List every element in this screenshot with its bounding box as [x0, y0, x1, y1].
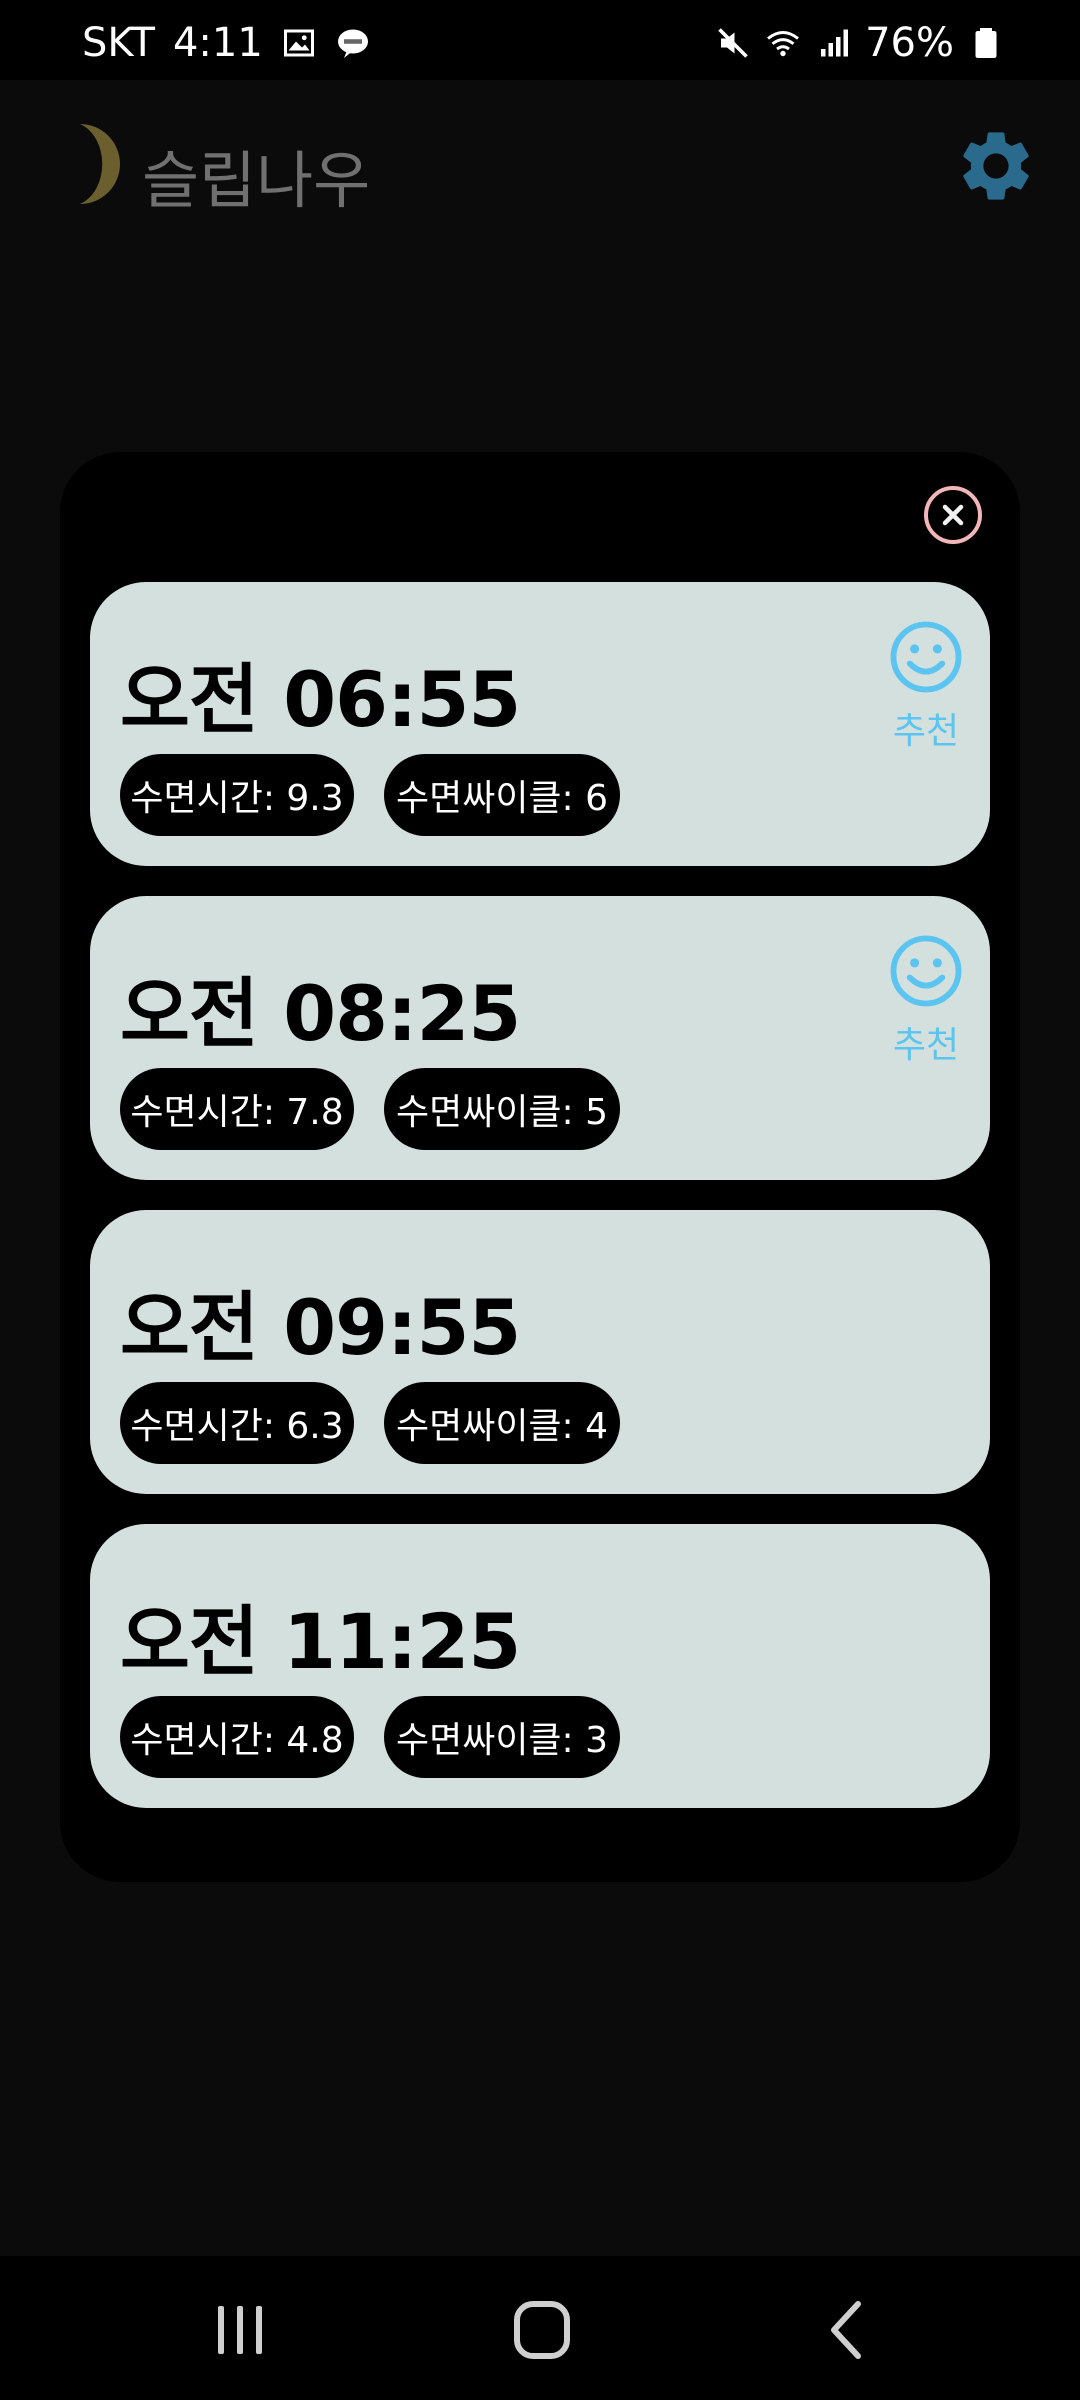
moon-logo-icon: [80, 124, 120, 204]
wake-time-card[interactable]: 오전 08:25 수면시간: 7.8 수면싸이클: 5 추천: [90, 896, 990, 1180]
system-navigation-bar: [0, 2256, 1080, 2400]
close-icon: [942, 504, 964, 526]
sleep-cycles-badge: 수면싸이클: 5: [384, 1068, 620, 1150]
sleep-hours-badge: 수면시간: 4.8: [120, 1696, 354, 1778]
smiley-icon: [890, 621, 962, 693]
gallery-notification-icon: [283, 29, 314, 57]
recommended-badge: 추천: [876, 932, 976, 1068]
wifi-icon: [767, 31, 800, 57]
recommended-badge: 추천: [876, 618, 976, 754]
wake-time: 오전 06:55: [120, 655, 521, 744]
settings-gear-icon[interactable]: [954, 124, 1038, 208]
recent-apps-icon[interactable]: [200, 2298, 280, 2362]
sleep-cycles-badge: 수면싸이클: 6: [384, 754, 620, 836]
close-button[interactable]: [924, 486, 982, 544]
sleep-hours-badge: 수면시간: 7.8: [120, 1068, 354, 1150]
sleep-hours-badge: 수면시간: 6.3: [120, 1382, 354, 1464]
wake-time: 오전 11:25: [120, 1597, 521, 1686]
sleep-cycles-badge: 수면싸이클: 3: [384, 1696, 620, 1778]
carrier-label: SKT: [82, 20, 155, 66]
sleep-cycles-badge: 수면싸이클: 4: [384, 1382, 620, 1464]
mute-icon: [718, 28, 748, 58]
wake-time-card[interactable]: 오전 06:55 수면시간: 9.3 수면싸이클: 6 추천: [90, 582, 990, 866]
status-left: SKT 4:11: [82, 20, 371, 66]
back-icon[interactable]: [806, 2298, 886, 2362]
wake-time-card[interactable]: 오전 11:25 수면시간: 4.8 수면싸이클: 3: [90, 1524, 990, 1808]
app-header: 슬립나우: [0, 80, 1080, 250]
app-title: 슬립나우: [142, 144, 371, 217]
recommended-label: 추천: [892, 711, 960, 752]
smiley-icon: [890, 935, 962, 1007]
kakaotalk-notification-icon: [337, 29, 368, 58]
wake-time-dialog: 오전 06:55 수면시간: 9.3 수면싸이클: 6 추천 오전 08:25 …: [60, 452, 1020, 1882]
sleep-hours-badge: 수면시간: 9.3: [120, 754, 354, 836]
battery-icon: [975, 28, 997, 58]
clock: 4:11: [172, 20, 263, 66]
status-bar: SKT 4:11 76%: [0, 0, 1080, 80]
battery-percent: 76%: [865, 20, 954, 66]
wake-time: 오전 08:25: [120, 969, 521, 1058]
signal-icon: [821, 29, 849, 57]
wake-time-card[interactable]: 오전 09:55 수면시간: 6.3 수면싸이클: 4: [90, 1210, 990, 1494]
recommended-label: 추천: [892, 1025, 960, 1066]
status-right: 76%: [715, 20, 1004, 66]
home-icon[interactable]: [502, 2298, 582, 2362]
wake-time: 오전 09:55: [120, 1283, 521, 1372]
